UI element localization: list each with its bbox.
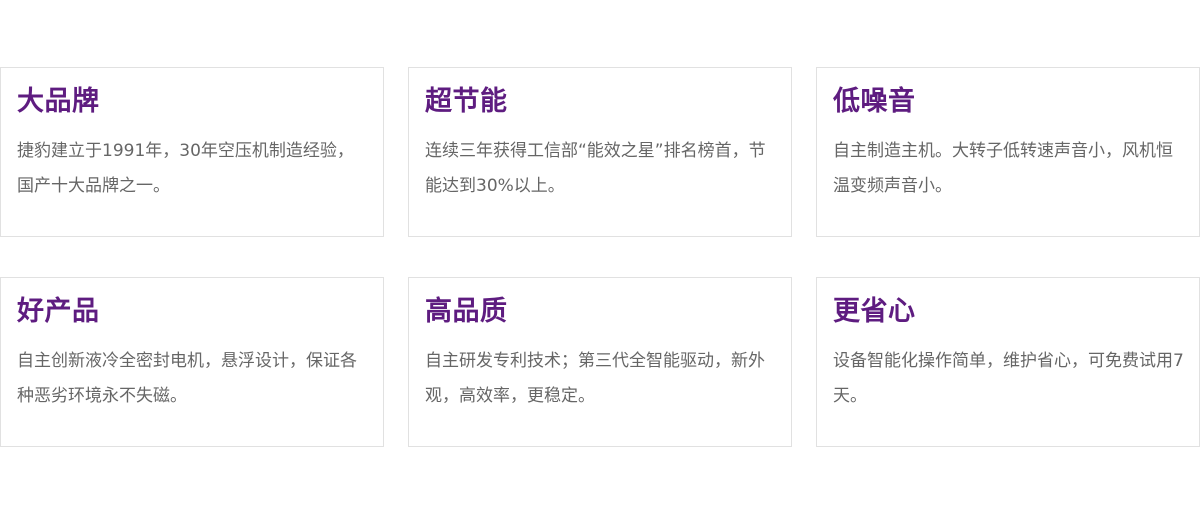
- feature-card-big-brand: 大品牌 捷豹建立于1991年，30年空压机制造经验，国产十大品牌之一。: [0, 67, 384, 237]
- feature-title: 低噪音: [833, 86, 916, 117]
- feature-description: 自主制造主机。大转子低转速声音小，风机恒温变频声音小。: [833, 141, 1173, 196]
- feature-title: 大品牌: [17, 86, 100, 117]
- feature-card-good-product: 好产品 自主创新液冷全密封电机，悬浮设计，保证各种恶劣环境永不失磁。: [0, 277, 384, 447]
- feature-title: 更省心: [833, 296, 916, 327]
- feature-card-high-quality: 高品质 自主研发专利技术；第三代全智能驱动，新外观，高效率，更稳定。: [408, 277, 792, 447]
- feature-description: 连续三年获得工信部“能效之星”排名榜首，节能达到30%以上。: [425, 141, 766, 196]
- features-grid: 大品牌 捷豹建立于1991年，30年空压机制造经验，国产十大品牌之一。 超节能 …: [0, 67, 1200, 447]
- feature-description: 设备智能化操作简单，维护省心，可免费试用7天。: [833, 351, 1184, 406]
- feature-description: 自主创新液冷全密封电机，悬浮设计，保证各种恶劣环境永不失磁。: [17, 351, 357, 406]
- feature-title: 好产品: [17, 296, 100, 327]
- feature-card-low-noise: 低噪音 自主制造主机。大转子低转速声音小，风机恒温变频声音小。: [816, 67, 1200, 237]
- feature-title: 高品质: [425, 296, 508, 327]
- feature-title: 超节能: [425, 86, 508, 117]
- feature-card-worry-free: 更省心 设备智能化操作简单，维护省心，可免费试用7天。: [816, 277, 1200, 447]
- feature-card-energy-saving: 超节能 连续三年获得工信部“能效之星”排名榜首，节能达到30%以上。: [408, 67, 792, 237]
- feature-description: 自主研发专利技术；第三代全智能驱动，新外观，高效率，更稳定。: [425, 351, 765, 406]
- feature-description: 捷豹建立于1991年，30年空压机制造经验，国产十大品牌之一。: [17, 141, 354, 196]
